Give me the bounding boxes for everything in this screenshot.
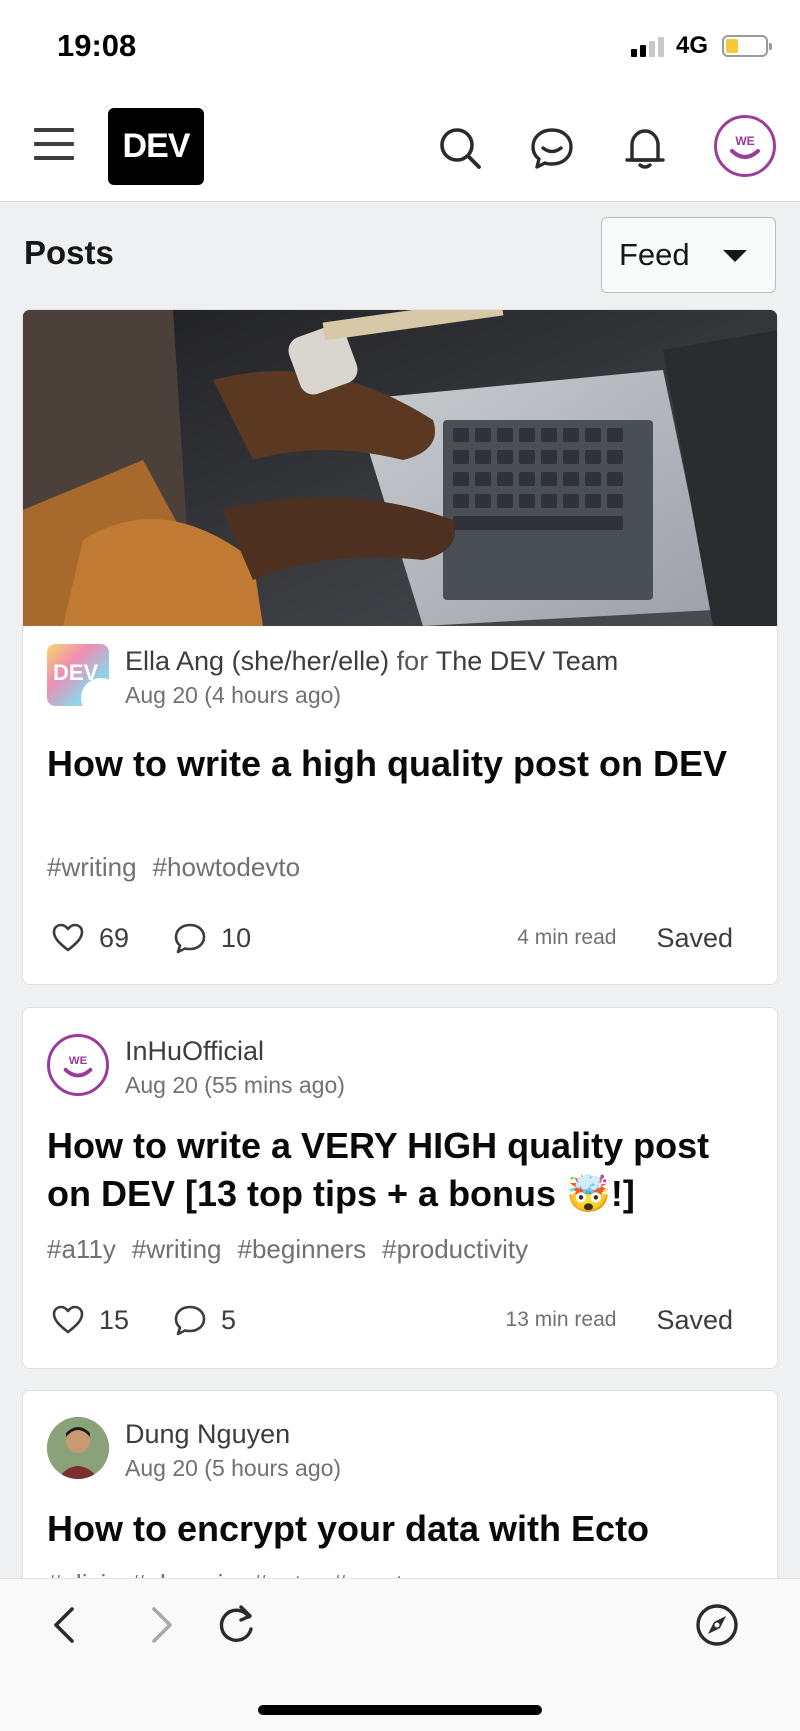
tag[interactable]: #writing: [132, 1234, 222, 1265]
status-indicators: 4G: [630, 32, 772, 60]
tag[interactable]: #productivity: [382, 1234, 528, 1265]
post-title[interactable]: How to encrypt your data with Ecto: [47, 1505, 757, 1553]
signal-icon: [630, 35, 664, 57]
reactions-count: 69: [99, 922, 130, 953]
user-avatar-text: WE: [735, 134, 754, 148]
reactions-button[interactable]: 15: [51, 1303, 129, 1337]
post-title[interactable]: How to write a VERY HIGH quality post on…: [47, 1122, 757, 1218]
reactions-button[interactable]: 69: [51, 921, 129, 955]
tag[interactable]: #beginners: [238, 1234, 367, 1265]
for-text: for: [396, 646, 429, 676]
post-card[interactable]: WE InHuOfficial Aug 20 (55 mins ago) How…: [22, 1007, 778, 1369]
chat-icon[interactable]: [528, 124, 576, 172]
org-name[interactable]: The DEV Team: [436, 646, 619, 676]
read-time: 13 min read: [505, 1308, 617, 1331]
post-date[interactable]: Aug 20 (55 mins ago): [125, 1068, 345, 1102]
read-time: 4 min read: [517, 926, 617, 949]
author-name[interactable]: Dung Nguyen: [125, 1419, 290, 1449]
back-icon[interactable]: [42, 1601, 90, 1649]
chevron-down-icon: [723, 250, 747, 262]
post-meta: DEV Ella Ang (she/her/elle) for The DEV …: [47, 644, 618, 712]
comments-count: 5: [221, 1304, 237, 1335]
post-date[interactable]: Aug 20 (5 hours ago): [125, 1451, 341, 1485]
comment-icon: [174, 923, 206, 954]
page-title: Posts: [24, 234, 114, 271]
saved-button[interactable]: Saved: [656, 923, 733, 954]
heart-icon: [52, 923, 84, 952]
post-actions: 69 10 4 min read Saved: [51, 921, 733, 955]
network-label: 4G: [675, 32, 708, 59]
post-title[interactable]: How to write a high quality post on DEV: [47, 740, 757, 788]
status-bar: 19:08 4G: [0, 0, 800, 100]
author-avatar-text: WE: [69, 1055, 88, 1067]
author-line: InHuOfficial: [125, 1034, 345, 1068]
compass-icon[interactable]: [693, 1601, 741, 1649]
search-icon[interactable]: [436, 124, 484, 172]
tag-list: #writing #howtodevto: [47, 852, 300, 883]
top-navigation: DEV WE: [0, 100, 800, 202]
heart-icon: [52, 1305, 84, 1334]
bell-icon[interactable]: [621, 124, 669, 172]
tag-list: #a11y #writing #beginners #productivity: [47, 1234, 528, 1265]
post-meta: WE InHuOfficial Aug 20 (55 mins ago): [47, 1034, 345, 1102]
tag[interactable]: #a11y: [47, 1234, 116, 1265]
author-name[interactable]: InHuOfficial: [125, 1036, 264, 1066]
feed-select-value: Feed: [619, 237, 690, 272]
post-actions: 15 5 13 min read Saved: [51, 1303, 733, 1337]
cover-image[interactable]: [23, 310, 777, 626]
status-time: 19:08: [57, 28, 137, 63]
reload-icon[interactable]: [213, 1601, 261, 1649]
hamburger-icon[interactable]: [34, 128, 74, 164]
author-line: Ella Ang (she/her/elle) for The DEV Team: [125, 644, 618, 678]
saved-button[interactable]: Saved: [656, 1305, 733, 1336]
author-avatar[interactable]: [47, 1417, 109, 1479]
comments-count: 10: [221, 922, 252, 953]
author-line: Dung Nguyen: [125, 1417, 341, 1451]
comments-button[interactable]: 10: [173, 921, 251, 955]
author-avatar[interactable]: WE: [47, 1034, 109, 1096]
battery-icon: [722, 35, 772, 57]
reactions-count: 15: [99, 1304, 130, 1335]
dev-logo[interactable]: DEV: [108, 108, 204, 185]
home-indicator: [258, 1705, 542, 1715]
comments-button[interactable]: 5: [173, 1303, 236, 1337]
author-name[interactable]: Ella Ang (she/her/elle): [125, 646, 389, 676]
feed-select[interactable]: Feed: [601, 217, 776, 293]
tag[interactable]: #writing: [47, 852, 137, 883]
comment-icon: [174, 1305, 206, 1336]
forward-icon[interactable]: [136, 1601, 184, 1649]
org-avatar[interactable]: DEV: [47, 644, 109, 706]
post-date[interactable]: Aug 20 (4 hours ago): [125, 678, 618, 712]
user-avatar[interactable]: WE: [714, 115, 776, 177]
post-card[interactable]: DEV Ella Ang (she/her/elle) for The DEV …: [22, 309, 778, 985]
tag[interactable]: #howtodevto: [153, 852, 300, 883]
post-meta: Dung Nguyen Aug 20 (5 hours ago): [47, 1417, 341, 1485]
